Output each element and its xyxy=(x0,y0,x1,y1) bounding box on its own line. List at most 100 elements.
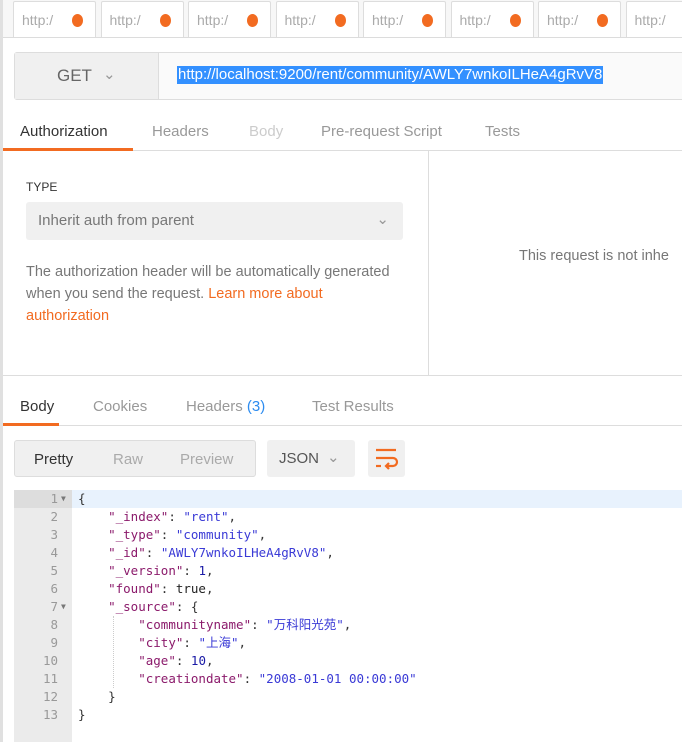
json-punctuation xyxy=(78,653,138,668)
request-tab-label: http:/ xyxy=(109,12,141,28)
request-subtabs: Authorization Headers Body Pre-request S… xyxy=(3,113,682,151)
code-line: 12 } xyxy=(14,688,682,706)
code-line: 4 "_id": "AWLY7wnkoILHeA4gRvV8", xyxy=(14,544,682,562)
response-tabs: Body Cookies Headers (3) Test Results xyxy=(3,388,682,426)
chevron-down-icon: ⌄ xyxy=(376,211,389,228)
json-punctuation: , xyxy=(238,635,247,650)
fold-toggle-icon[interactable]: ▼ xyxy=(61,490,66,508)
divider xyxy=(3,375,682,376)
code-content: "creationdate": "2008-01-01 00:00:00" xyxy=(78,670,416,688)
json-punctuation: , xyxy=(228,509,237,524)
json-punctuation: : xyxy=(183,563,199,578)
code-content: { xyxy=(78,490,86,508)
json-key: "_version" xyxy=(108,563,184,578)
json-punctuation: : xyxy=(243,671,259,686)
json-punctuation: , xyxy=(205,653,214,668)
json-punctuation: : xyxy=(160,527,176,542)
request-tab-label: http:/ xyxy=(197,12,229,28)
tab-tests[interactable]: Tests xyxy=(485,123,520,140)
json-string: "万科阳光苑" xyxy=(266,617,344,632)
wrap-lines-button[interactable] xyxy=(368,440,405,477)
chevron-down-icon: ⌄ xyxy=(103,66,116,83)
json-punctuation: : xyxy=(183,635,199,650)
request-tab[interactable]: http:/ xyxy=(625,1,682,37)
request-tab[interactable]: http:/ xyxy=(538,1,621,37)
auth-type-select[interactable]: Inherit auth from parent ⌄ xyxy=(26,202,403,240)
unsaved-dot-icon xyxy=(422,14,433,27)
request-tab-strip: http:/ http:/ http:/ http:/ http:/ http:/ http… xyxy=(3,0,682,38)
tab-body[interactable]: Body xyxy=(249,123,283,140)
request-tab[interactable]: http:/ xyxy=(363,1,446,37)
line-number: 10 xyxy=(42,653,58,668)
headers-count: (3) xyxy=(246,398,266,415)
code-line: 13} xyxy=(14,706,682,724)
json-punctuation: : xyxy=(175,653,191,668)
request-tab[interactable]: http:/ xyxy=(275,1,359,37)
code-content: "_version": 1, xyxy=(78,562,214,580)
format-select[interactable]: JSON ⌄ xyxy=(267,440,355,477)
chevron-down-icon: ⌄ xyxy=(327,449,340,466)
code-line: 1 ▼{ xyxy=(14,490,682,508)
code-line: 3 "_type": "community", xyxy=(14,526,682,544)
line-number: 7 xyxy=(50,599,58,614)
json-number: 10 xyxy=(190,653,206,668)
tab-response-body[interactable]: Body xyxy=(20,398,54,415)
code-content: "_source": { xyxy=(78,598,198,616)
type-label: TYPE xyxy=(26,180,58,194)
json-punctuation: , xyxy=(343,617,352,632)
request-tab[interactable]: http:/ xyxy=(100,1,184,37)
code-content: "found": true, xyxy=(78,580,213,598)
format-value: JSON xyxy=(279,450,320,467)
request-tab-label: http:/ xyxy=(547,12,579,28)
json-punctuation: : xyxy=(145,545,161,560)
unsaved-dot-icon xyxy=(247,14,258,27)
json-punctuation: , xyxy=(326,545,334,560)
line-number: 11 xyxy=(42,671,58,686)
tab-headers[interactable]: Headers xyxy=(152,123,209,140)
auth-description: The authorization header will be automat… xyxy=(26,261,396,327)
code-content: "age": 10, xyxy=(78,652,214,670)
line-number: 8 xyxy=(50,617,58,632)
pretty-button[interactable]: Pretty xyxy=(34,451,73,468)
unsaved-dot-icon xyxy=(334,14,346,27)
unsaved-dot-icon xyxy=(159,14,171,27)
raw-button[interactable]: Raw xyxy=(113,451,143,468)
json-string: "上海" xyxy=(198,635,239,650)
json-key: "communityname" xyxy=(138,617,252,632)
request-tab[interactable]: http:/ xyxy=(13,1,96,37)
tab-pre-request-script[interactable]: Pre-request Script xyxy=(321,123,442,140)
tab-authorization[interactable]: Authorization xyxy=(20,123,108,140)
code-content: "_id": "AWLY7wnkoILHeA4gRvV8", xyxy=(78,544,334,562)
response-body-editor[interactable]: 1 ▼{2 "_index": "rent", 3 "_type": "commun… xyxy=(14,490,682,742)
line-number: 5 xyxy=(50,563,58,578)
json-key: "age" xyxy=(138,653,176,668)
json-number: 1 xyxy=(198,563,206,578)
json-punctuation: } xyxy=(78,689,116,704)
url-input[interactable]: http://localhost:9200/rent/community/AWL… xyxy=(177,66,604,84)
json-string: "community" xyxy=(175,527,259,542)
line-number: 13 xyxy=(42,707,58,722)
tab-cookies[interactable]: Cookies xyxy=(93,398,147,415)
tab-response-headers[interactable]: Headers (3) xyxy=(186,398,265,415)
json-punctuation xyxy=(78,581,108,596)
json-key: "found" xyxy=(108,581,161,596)
inherit-message: This request is not inhe xyxy=(519,248,669,264)
request-tab[interactable]: http:/ xyxy=(450,1,534,37)
json-punctuation: } xyxy=(78,707,86,722)
json-key: "city" xyxy=(138,635,184,650)
fold-toggle-icon[interactable]: ▼ xyxy=(61,598,66,616)
wrap-lines-icon xyxy=(376,448,399,470)
json-punctuation xyxy=(78,527,108,542)
line-number: 6 xyxy=(50,581,58,596)
method-select[interactable]: GET ⌄ xyxy=(15,53,159,99)
code-content: "_type": "community", xyxy=(78,526,266,544)
unsaved-dot-icon xyxy=(509,14,521,27)
json-punctuation: , xyxy=(205,563,214,578)
code-line: 5 "_version": 1, xyxy=(14,562,682,580)
line-number: 2 xyxy=(50,509,58,524)
tab-test-results[interactable]: Test Results xyxy=(312,398,394,415)
request-tab[interactable]: http:/ xyxy=(188,1,271,37)
request-tab-label: http:/ xyxy=(284,12,316,28)
tab-label: Headers xyxy=(186,398,243,415)
preview-button[interactable]: Preview xyxy=(180,451,233,468)
